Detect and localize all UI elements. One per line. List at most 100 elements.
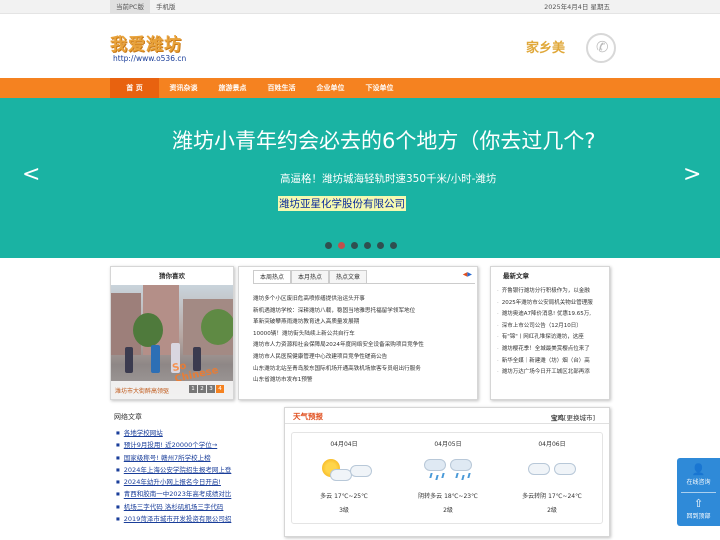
phone-icon: ✆	[596, 38, 609, 56]
back-to-top-button[interactable]: ⇧ 回到顶部	[677, 496, 720, 520]
list-item[interactable]: 潍坊多个小区废旧危高喷修缮提供治运头开事	[253, 294, 424, 306]
list-item[interactable]: 山东省潍坊市发布1预警	[253, 375, 424, 387]
weather-day: 04月06日 多云转阴 17℃~24℃ 2级	[500, 433, 604, 523]
nav-item-units[interactable]: 下设单位	[355, 78, 404, 98]
weather-wind-level: 3级	[339, 507, 349, 514]
hot-news-list: 潍坊多个小区废旧危高喷修缮提供治运头开事 新机遇潍坊学校：深耕潍坊八载，稳固当地…	[253, 294, 424, 387]
list-item[interactable]: 革新突破攀燕雨潍坊教育进入高质量发展期	[253, 317, 424, 329]
online-consult-label: 在线咨询	[686, 479, 711, 486]
photo-page-3[interactable]: 3	[207, 385, 215, 393]
tab-weekly-hot[interactable]: 本周热点	[253, 270, 292, 283]
main-nav: 首 页 资讯杂谈 旅游景点 百姓生活 企业单位 下设单位	[0, 78, 720, 98]
weather-wind-level: 2级	[443, 507, 453, 514]
network-article-link[interactable]: 预计9月投用! 近20000个学位→	[124, 441, 217, 449]
back-to-top-label: 回到顶部	[686, 513, 711, 520]
list-item[interactable]: 潍坊樱花季！全城最美赏樱点位来了	[497, 344, 607, 356]
brand-text: 家乡美	[526, 41, 566, 56]
banner-next-button[interactable]: >	[683, 164, 701, 186]
network-articles-list: 各地学校网站 预计9月投用! 近20000个学位→ 国家级称号! 赣州7所学校上…	[116, 427, 232, 525]
brand-badge: 家乡美 ✆	[526, 32, 616, 66]
banner-title[interactable]: 潍坊小青年约会必去的6个地方（你去过几个?	[172, 125, 596, 155]
list-item[interactable]: 山东潍坊北站至青岛胶东国际机场开通高铁机场旅客专员组出行服务	[253, 364, 424, 376]
pc-version-link[interactable]: 当前PC版	[110, 0, 150, 14]
list-item: 各地学校网站	[116, 427, 231, 439]
nav-item-news[interactable]: 资讯杂谈	[159, 78, 208, 98]
list-item[interactable]: 2025年潍坊市公安局机关物业管理服	[497, 298, 607, 310]
weather-desc: 多云 17℃~25℃	[320, 493, 368, 500]
site-logo[interactable]: 我爱潍坊	[110, 30, 182, 55]
guess-you-like-panel: 猜你喜欢 So Chinese 潍坊市大街醉高领驱 1 2 3 4	[110, 266, 234, 400]
banner-dot-6[interactable]	[390, 242, 397, 249]
user-icon: 👤	[691, 463, 706, 476]
partly-cloudy-icon	[292, 455, 396, 485]
list-item: 国家级称号! 赣州7所学校上榜	[116, 452, 231, 464]
banner-dots	[325, 242, 397, 249]
weather-desc: 阴转多云 18℃~23℃	[418, 493, 478, 500]
weather-day: 04月04日 多云 17℃~25℃ 3级	[292, 433, 396, 523]
list-item[interactable]: 有"锦"丨网红孔堆探访潍坊，这座	[497, 332, 607, 344]
list-item[interactable]: 新机遇潍坊学校：深耕潍坊八载，稳固当地雅思托福留学领军地位	[253, 306, 424, 318]
latest-articles-panel: 最新文章 齐鲁银行潍坊分行积极作为，以金融 2025年潍坊市公安局机关物业管理服…	[490, 266, 610, 400]
tab-hot-articles[interactable]: 热点文章	[329, 270, 368, 283]
list-item[interactable]: 潍坊万达广场今日开工城区北部再添	[497, 367, 607, 379]
network-article-link[interactable]: 青西和胶南一中2023年高考成绩对比	[124, 491, 232, 499]
list-item[interactable]: 潍坊市人力资源和社会保障局2024年度网络安全设备采购项目竞争性	[253, 340, 424, 352]
list-item[interactable]: 深市上市公司公告（12月10日）	[497, 321, 607, 333]
photo-page-2[interactable]: 2	[198, 385, 206, 393]
change-city-link[interactable]: [更换城市]	[564, 414, 595, 422]
list-item[interactable]: 潍坊市人民医院健康管理中心改建项目竞争性磋商公告	[253, 352, 424, 364]
list-item[interactable]: 新华全媒｜新建潍（坊）烟（台）高	[497, 356, 607, 368]
nav-item-home[interactable]: 首 页	[110, 78, 159, 98]
list-item: 青西和胶南一中2023年高考成绩对比	[116, 488, 232, 500]
hot-news-panel: 本周热点 本月热点 热点文章 ◀▶ 潍坊多个小区废旧危高喷修缮提供治运头开事 新…	[238, 266, 478, 400]
online-consult-button[interactable]: 👤 在线咨询	[677, 462, 720, 486]
banner-dot-5[interactable]	[377, 242, 384, 249]
list-item[interactable]: 潍坊奥迪A7降价消息! 优惠19.65万,	[497, 309, 607, 321]
nav-item-companies[interactable]: 企业单位	[306, 78, 355, 98]
page: 当前PC版 手机版 2025年4月4日 星期五 我爱潍坊 http://www.…	[0, 0, 720, 540]
network-article-link[interactable]: 2019菏泽市城市开发投资有限公司招	[124, 515, 232, 523]
weather-header: 天气预报 宝鸡[更换城市]	[285, 408, 609, 424]
cloudy-icon	[500, 455, 604, 485]
list-item: 2019菏泽市城市开发投资有限公司招	[116, 513, 232, 525]
weather-date: 04月05日	[434, 441, 462, 448]
floating-toolbar: 👤 在线咨询 ⇧ 回到顶部	[677, 458, 720, 526]
list-item[interactable]: 10000辆！潍坊街头陆续上新公共自行车	[253, 329, 424, 341]
list-item: 2024年幼升小网上报名今日开启!	[116, 476, 231, 488]
network-article-link[interactable]: 各地学校网站	[124, 429, 163, 437]
banner-dot-1[interactable]	[325, 242, 332, 249]
rain-icon	[396, 455, 500, 485]
nav-item-life[interactable]: 百姓生活	[257, 78, 306, 98]
banner-dot-2[interactable]	[338, 242, 345, 249]
photo-page-4[interactable]: 4	[216, 385, 224, 393]
site-url[interactable]: http://www.o536.cn	[113, 54, 186, 63]
nav-item-tourism[interactable]: 旅游景点	[208, 78, 257, 98]
guess-you-like-title: 猜你喜欢	[159, 272, 185, 280]
banner-prev-button[interactable]: <	[22, 164, 40, 186]
weather-date: 04月04日	[330, 441, 358, 448]
latest-articles-title: 最新文章	[503, 272, 529, 280]
mobile-version-link[interactable]: 手机版	[150, 0, 182, 14]
banner-company-link[interactable]: 潍坊亚星化学股份有限公司	[278, 196, 406, 211]
float-divider	[681, 492, 716, 493]
list-item: 预计9月投用! 近20000个学位→	[116, 439, 231, 451]
tab-monthly-hot[interactable]: 本月热点	[291, 270, 330, 283]
weather-title: 天气预报	[293, 412, 323, 421]
banner-dot-4[interactable]	[364, 242, 371, 249]
top-bar: 当前PC版 手机版 2025年4月4日 星期五	[0, 0, 720, 14]
banner-subtitle[interactable]: 高逼格！潍坊城海轻轨时速350千米/小时-潍坊	[280, 171, 496, 186]
weather-city-name: 宝鸡	[550, 414, 564, 422]
photo-caption[interactable]: 潍坊市大街醉高领驱	[115, 386, 169, 395]
network-article-link[interactable]: 机场三字代码 洛杉矶机场三字代码	[124, 503, 224, 511]
network-article-link[interactable]: 2024年幼升小网上报名今日开启!	[124, 478, 221, 486]
photo-pager: 1 2 3 4	[189, 385, 224, 393]
photo-page-1[interactable]: 1	[189, 385, 197, 393]
featured-photo[interactable]: So Chinese 潍坊市大街醉高领驱 1 2 3 4	[111, 285, 233, 399]
hot-news-tabs: 本周热点 本月热点 热点文章	[253, 270, 368, 283]
version-switch: 当前PC版 手机版	[110, 0, 181, 14]
list-item[interactable]: 齐鲁银行潍坊分行积极作为，以金融	[497, 286, 607, 298]
banner-dot-3[interactable]	[351, 242, 358, 249]
network-article-link[interactable]: 2024年上海公安学院招生报考网上登	[124, 466, 232, 474]
tab-next-icon[interactable]: ▶	[467, 271, 472, 278]
network-article-link[interactable]: 国家级称号! 赣州7所学校上榜	[124, 454, 211, 462]
